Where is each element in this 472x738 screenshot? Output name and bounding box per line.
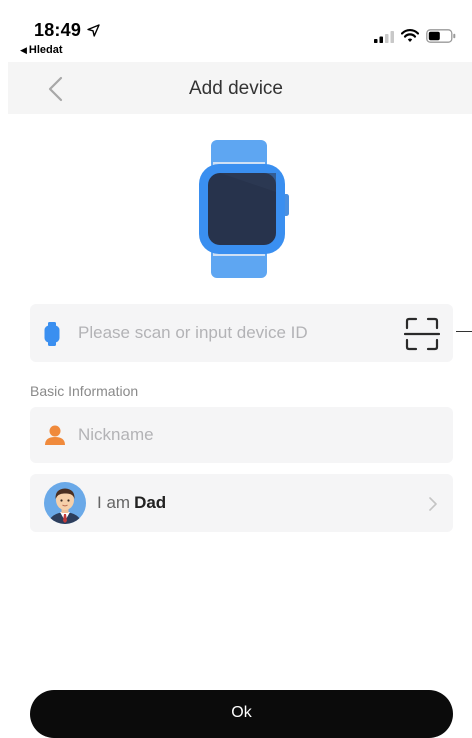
- device-id-row: [30, 304, 453, 362]
- relation-prefix: I am: [97, 493, 131, 512]
- nickname-input[interactable]: [78, 420, 418, 450]
- battery-icon: [426, 29, 456, 43]
- relation-text: I am Dad: [97, 493, 166, 513]
- chevron-right-icon: [429, 497, 437, 511]
- relation-value: Dad: [134, 493, 167, 512]
- page-title: Add device: [188, 78, 283, 99]
- watch-small-icon: [44, 322, 60, 346]
- back-triangle-icon: ◀: [20, 45, 27, 55]
- smartwatch-icon: [199, 140, 289, 278]
- ok-button-label: Ok: [231, 704, 252, 721]
- section-label-basic-information: Basic Information: [30, 383, 139, 399]
- dad-avatar-icon: [44, 482, 86, 524]
- edge-divider-mark: [456, 331, 472, 332]
- back-app-label: Hledat: [28, 44, 63, 56]
- device-id-input[interactable]: [78, 318, 378, 348]
- cellular-signal-icon: [374, 31, 394, 43]
- location-arrow-icon: [87, 24, 100, 37]
- nickname-row: [30, 407, 453, 463]
- person-icon: [45, 425, 65, 445]
- status-time: 18:49: [34, 20, 82, 40]
- relation-selector[interactable]: I am Dad: [30, 474, 453, 532]
- navigation-bar: Add device: [8, 62, 472, 114]
- wifi-icon: [401, 29, 419, 42]
- scan-qr-icon[interactable]: [404, 317, 440, 351]
- status-bar: 18:49 ◀ Hledat: [0, 0, 472, 62]
- back-to-app-link[interactable]: ◀ Hledat: [20, 44, 63, 56]
